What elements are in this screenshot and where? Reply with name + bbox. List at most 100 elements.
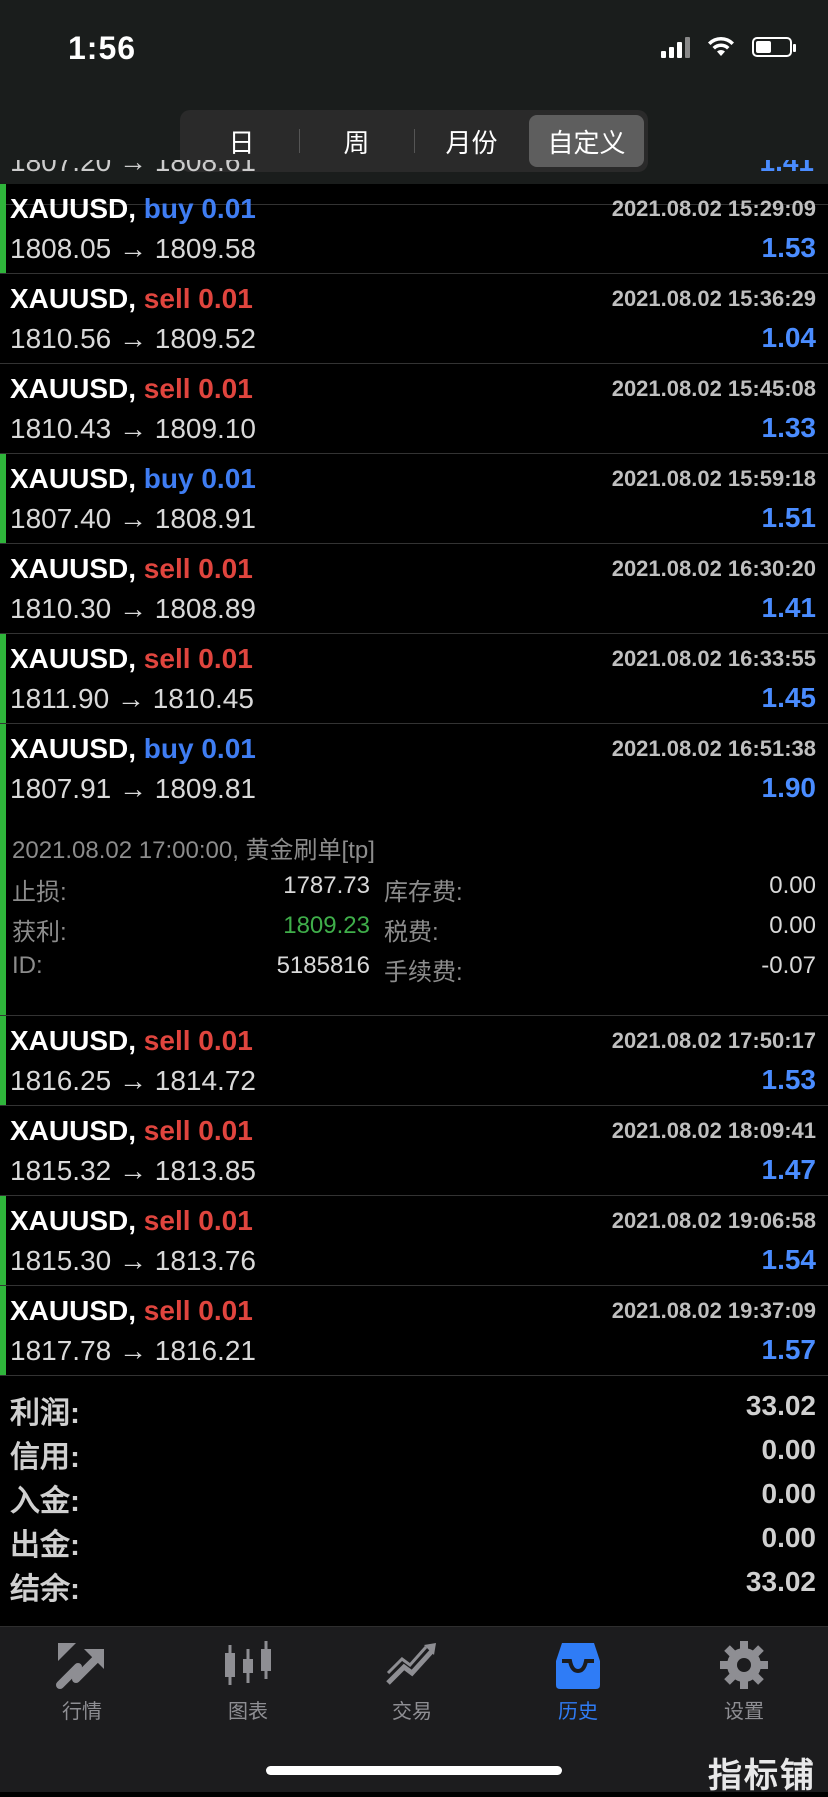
trade-time: 2021.08.02 15:59:18 bbox=[611, 466, 816, 491]
trade-prices: 1807.20 → 1808.61 bbox=[10, 160, 256, 177]
status-time: 1:56 bbox=[68, 30, 137, 66]
fee-label: 手续费: bbox=[384, 959, 463, 986]
summary-label: 利润: bbox=[10, 1397, 80, 1430]
trade-row[interactable]: XAUUSD, sell 0.01 2021.08.02 19:06:58 18… bbox=[0, 1196, 828, 1286]
tab-trade[interactable]: 交易 bbox=[352, 1639, 472, 1724]
trade-symbol: XAUUSD, bbox=[10, 1115, 137, 1146]
trade-prices: 1811.90 → 1810.45 bbox=[10, 683, 254, 714]
summary-label: 结余: bbox=[10, 1573, 80, 1606]
trade-side: sell 0.01 bbox=[143, 1115, 253, 1146]
trade-icon bbox=[386, 1643, 436, 1685]
tax-label: 税费: bbox=[384, 919, 439, 946]
trade-profit: 1.57 bbox=[761, 1334, 817, 1365]
trade-row[interactable]: XAUUSD, buy 0.01 2021.08.02 15:29:09 180… bbox=[0, 184, 828, 274]
account-summary: 利润: 33.02 信用: 0.00 入金: 0.00 出金: 0.00 结余:… bbox=[0, 1388, 828, 1608]
summary-label: 出金: bbox=[10, 1529, 80, 1562]
summary-value: 0.00 bbox=[761, 1434, 817, 1465]
tab-label: 历史 bbox=[558, 1701, 598, 1723]
trade-profit: 1.90 bbox=[761, 772, 817, 803]
detail-row-id: ID: 5185816 手续费: -0.07 bbox=[12, 952, 816, 986]
trade-profit: 1.54 bbox=[761, 1244, 817, 1275]
trade-profit: 1.53 bbox=[761, 232, 817, 263]
summary-label: 入金: bbox=[10, 1485, 80, 1518]
tp-label: 获利: bbox=[12, 919, 67, 946]
trade-prices: 1815.32 → 1813.85 bbox=[10, 1155, 256, 1186]
sl-value: 1787.73 bbox=[283, 872, 370, 899]
settings-icon bbox=[720, 1641, 768, 1689]
system-icons bbox=[661, 36, 796, 58]
trade-row[interactable]: XAUUSD, sell 0.01 2021.08.02 16:33:55 18… bbox=[0, 634, 828, 724]
trade-prices: 1808.05 → 1809.58 bbox=[10, 233, 256, 264]
trade-profit: 1.41 bbox=[761, 592, 817, 623]
tab-chart[interactable]: 图表 bbox=[188, 1639, 308, 1724]
trade-prices: 1817.78 → 1816.21 bbox=[10, 1335, 256, 1366]
trade-time: 2021.08.02 16:30:20 bbox=[611, 556, 816, 581]
trade-side: sell 0.01 bbox=[143, 1025, 253, 1056]
tab-history[interactable]: 历史 bbox=[518, 1639, 638, 1724]
id-value: 5185816 bbox=[276, 952, 370, 979]
trade-side: sell 0.01 bbox=[143, 1205, 253, 1236]
id-label: ID: bbox=[12, 952, 43, 979]
cellular-signal-icon bbox=[661, 36, 690, 58]
trade-row[interactable]: XAUUSD, sell 0.01 2021.08.02 18:09:41 18… bbox=[0, 1106, 828, 1196]
status-bar: 1:56 bbox=[0, 0, 828, 100]
tab-quotes[interactable]: 行情 bbox=[22, 1639, 142, 1724]
home-indicator[interactable] bbox=[266, 1766, 562, 1775]
trade-row[interactable]: XAUUSD, buy 0.01 2021.08.02 15:59:18 180… bbox=[0, 454, 828, 544]
tab-label: 交易 bbox=[392, 1701, 432, 1723]
trade-row[interactable]: XAUUSD, sell 0.01 2021.08.02 15:45:08 18… bbox=[0, 364, 828, 454]
summary-value: 0.00 bbox=[761, 1478, 817, 1509]
trade-detail-panel: 2021.08.02 17:00:00, 黄金刷单[tp] 止损: 1787.7… bbox=[0, 814, 828, 1016]
detail-row-tp: 获利: 1809.23 税费: 0.00 bbox=[12, 912, 816, 946]
trade-profit: 1.45 bbox=[761, 682, 817, 713]
watermark-logo: 指标铺 bbox=[708, 1757, 816, 1795]
battery-icon bbox=[752, 37, 796, 57]
trade-time: 2021.08.02 17:50:17 bbox=[611, 1028, 816, 1053]
trade-profit: 1.53 bbox=[761, 1064, 817, 1095]
trade-time: 2021.08.02 19:06:58 bbox=[611, 1208, 816, 1233]
trade-side: sell 0.01 bbox=[143, 643, 253, 674]
trade-side: sell 0.01 bbox=[143, 373, 253, 404]
trade-row[interactable]: XAUUSD, sell 0.01 2021.08.02 15:36:29 18… bbox=[0, 274, 828, 364]
wifi-icon bbox=[708, 36, 734, 56]
trade-side: buy 0.01 bbox=[143, 733, 256, 764]
summary-row-deposit: 入金: 0.00 bbox=[0, 1476, 828, 1520]
tp-value: 1809.23 bbox=[283, 912, 370, 939]
trade-symbol: XAUUSD, bbox=[10, 733, 137, 764]
trade-symbol: XAUUSD, bbox=[10, 553, 137, 584]
summary-row-credit: 信用: 0.00 bbox=[0, 1432, 828, 1476]
trade-time: 2021.08.02 15:36:29 bbox=[611, 286, 816, 311]
trade-prices: 1815.30 → 1813.76 bbox=[10, 1245, 256, 1276]
tab-label: 行情 bbox=[62, 1701, 102, 1723]
sl-label: 止损: bbox=[12, 879, 67, 906]
summary-value: 33.02 bbox=[745, 1390, 816, 1421]
trade-profit: 1.04 bbox=[761, 322, 817, 353]
trade-time: 2021.08.02 18:09:41 bbox=[611, 1118, 816, 1143]
trade-symbol: XAUUSD, bbox=[10, 373, 137, 404]
trade-profit: 1.51 bbox=[761, 502, 817, 533]
trade-row[interactable]: XAUUSD, sell 0.01 2021.08.02 17:50:17 18… bbox=[0, 1016, 828, 1106]
trade-prices: 1816.25 → 1814.72 bbox=[10, 1065, 256, 1096]
history-list: XAUUSD, buy 0.01 2021.08.02 15:29:09 180… bbox=[0, 184, 828, 1376]
trade-profit: 1.41 bbox=[759, 160, 815, 177]
trade-time: 2021.08.02 15:45:08 bbox=[611, 376, 816, 401]
summary-row-profit: 利润: 33.02 bbox=[0, 1388, 828, 1432]
tab-label: 图表 bbox=[228, 1701, 268, 1723]
trade-time: 2021.08.02 16:51:38 bbox=[611, 736, 816, 761]
history-icon bbox=[556, 1643, 600, 1689]
trade-row-expanded[interactable]: XAUUSD, buy 0.01 2021.08.02 16:51:38 180… bbox=[0, 724, 828, 814]
trade-row[interactable]: XAUUSD, sell 0.01 2021.08.02 19:37:09 18… bbox=[0, 1286, 828, 1376]
trade-side: sell 0.01 bbox=[143, 1295, 253, 1326]
summary-value: 33.02 bbox=[745, 1566, 816, 1597]
trade-symbol: XAUUSD, bbox=[10, 1295, 137, 1326]
trade-time: 2021.08.02 16:33:55 bbox=[611, 646, 816, 671]
fee-value: -0.07 bbox=[761, 952, 816, 979]
summary-row-withdrawal: 出金: 0.00 bbox=[0, 1520, 828, 1564]
trade-prices: 1810.43 → 1809.10 bbox=[10, 413, 256, 444]
summary-value: 0.00 bbox=[761, 1522, 817, 1553]
trade-symbol: XAUUSD, bbox=[10, 463, 137, 494]
chart-icon bbox=[225, 1641, 271, 1685]
tab-settings[interactable]: 设置 bbox=[684, 1639, 804, 1724]
trade-row[interactable]: XAUUSD, sell 0.01 2021.08.02 16:30:20 18… bbox=[0, 544, 828, 634]
detail-row-sl: 止损: 1787.73 库存费: 0.00 bbox=[12, 872, 816, 906]
